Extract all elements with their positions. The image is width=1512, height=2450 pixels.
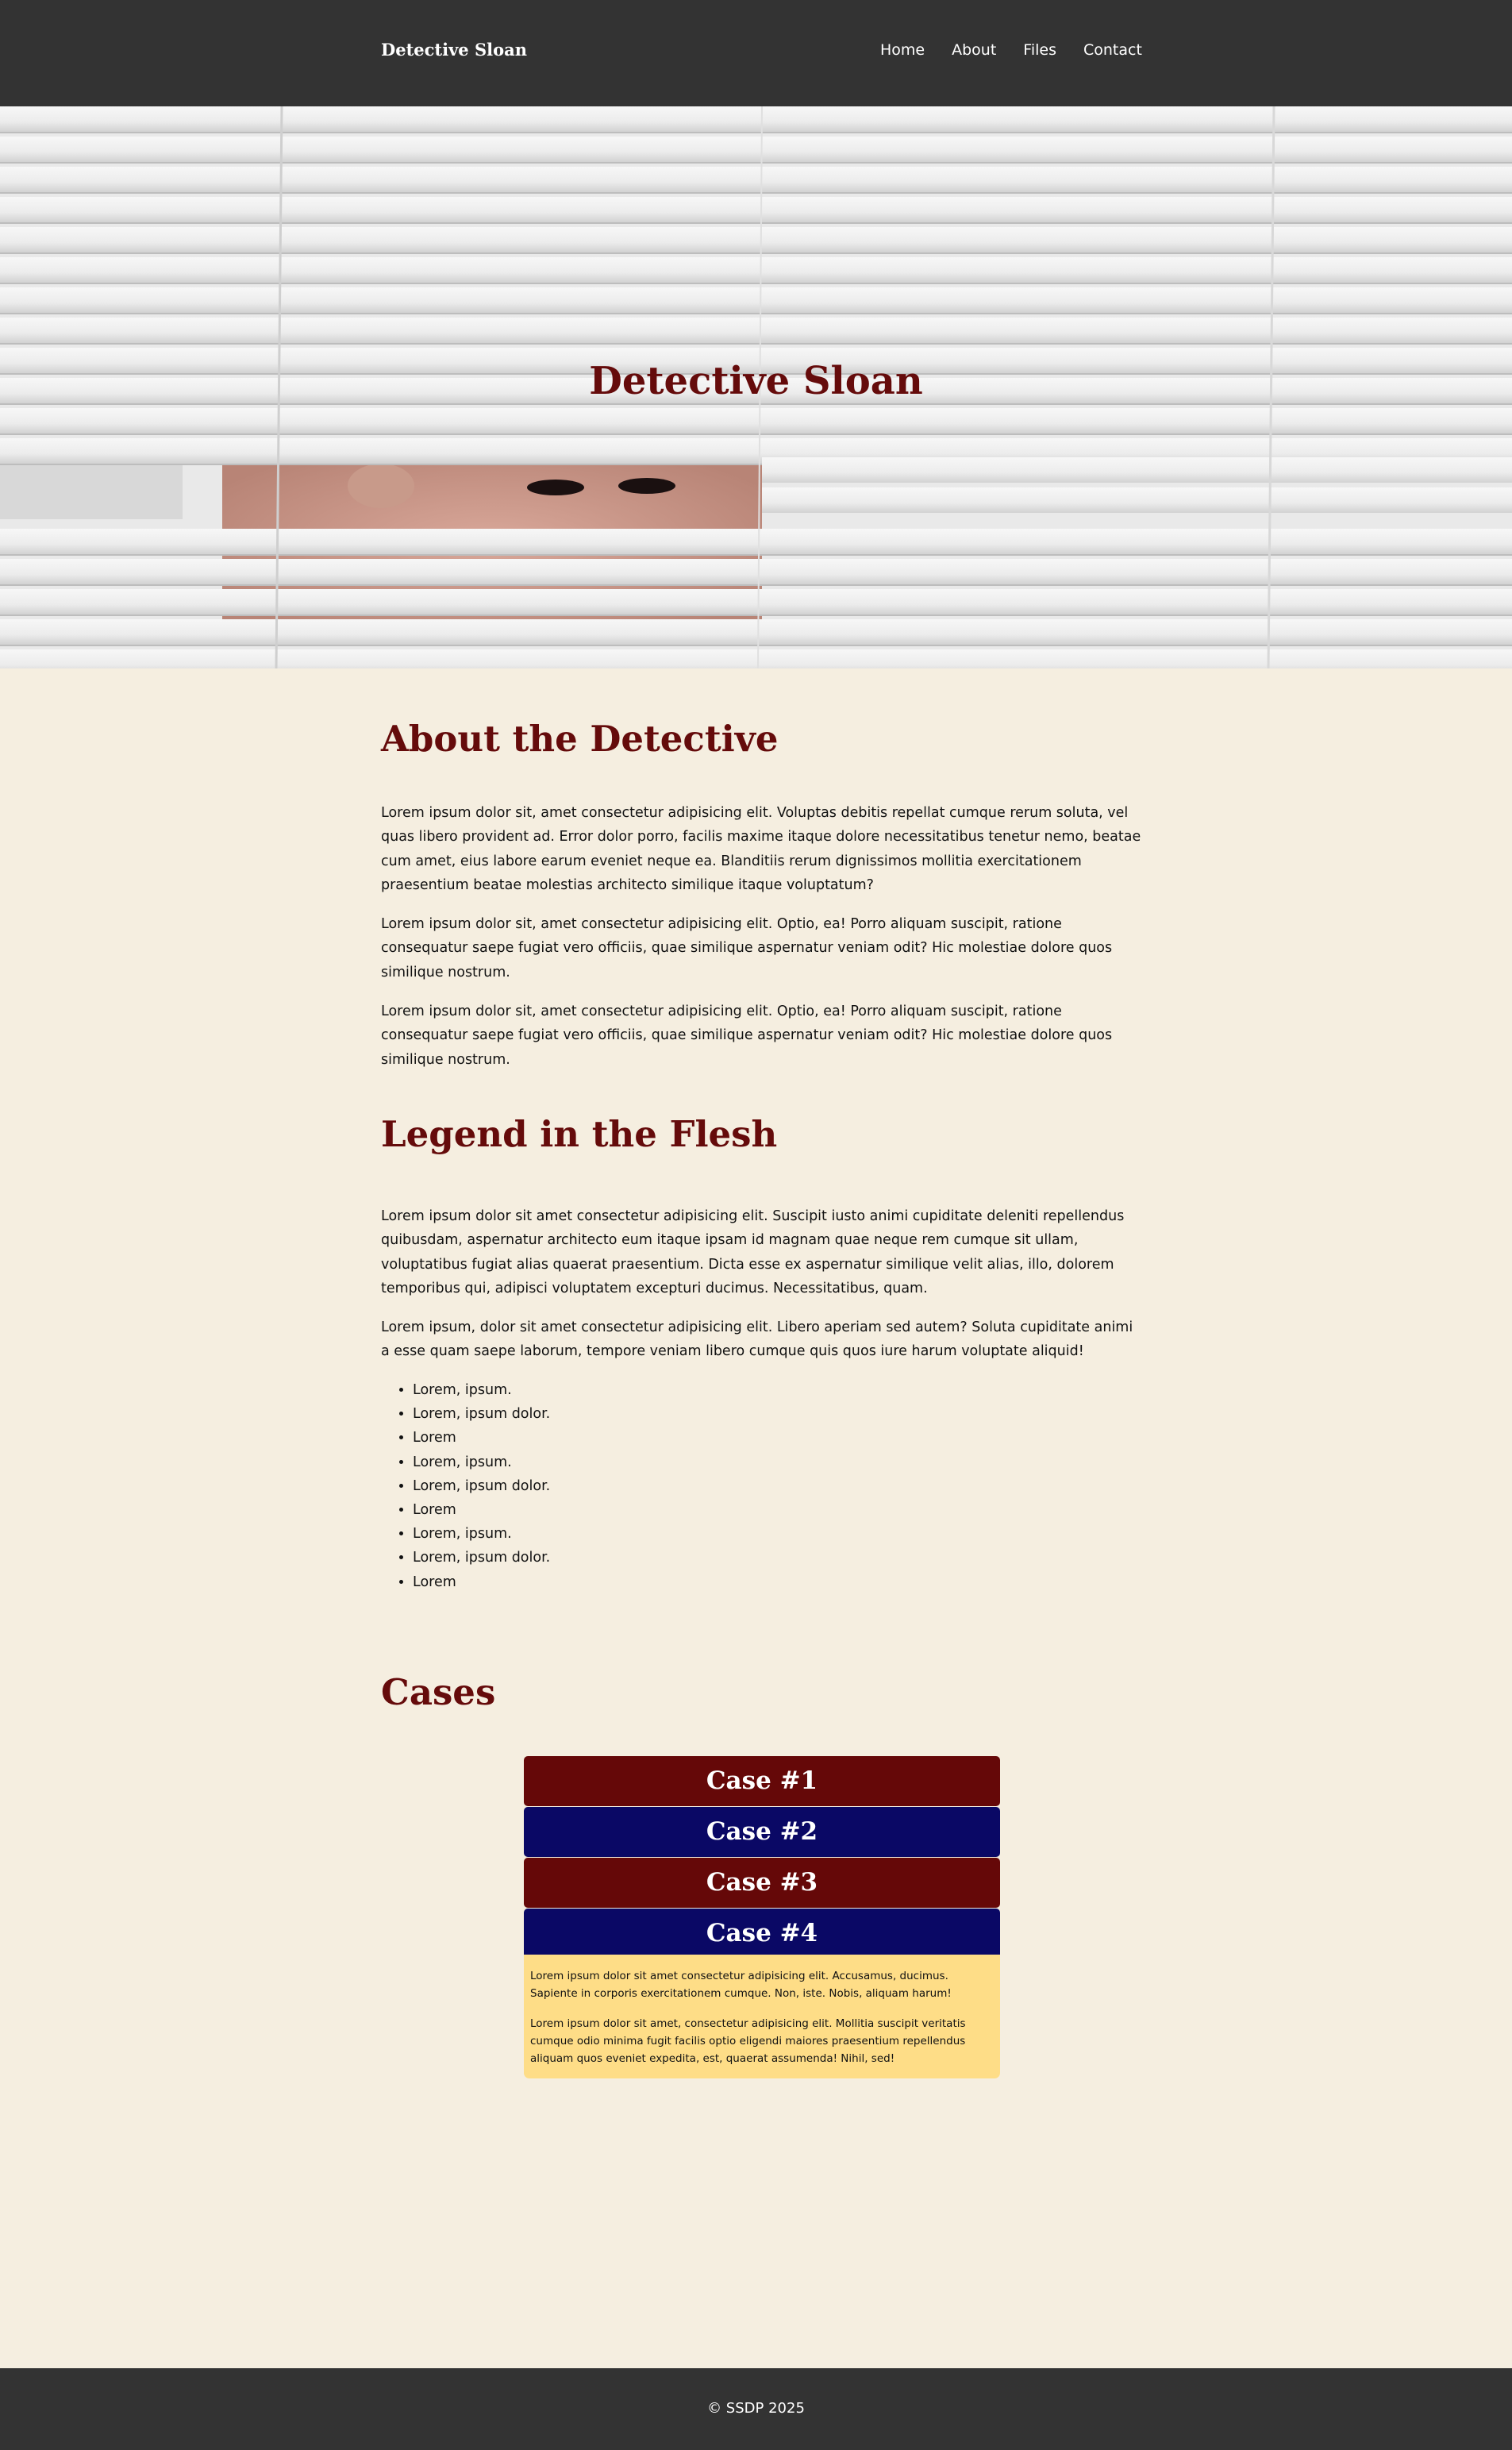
cases-heading: Cases (381, 1671, 496, 1713)
case-tab-1[interactable]: Case #1 (524, 1756, 1000, 1806)
case-panel-text: Lorem ipsum dolor sit amet, consectetur … (530, 2017, 966, 2065)
legend-list: Lorem, ipsum. Lorem, ipsum dolor. Lorem … (381, 1378, 550, 1594)
case-panel-text: Lorem ipsum dolor sit amet consectetur a… (530, 1970, 952, 2000)
legend-paragraph: Lorem ipsum dolor sit amet consectetur a… (381, 1208, 1125, 1297)
list-item: Lorem (413, 1426, 550, 1450)
about-paragraph: Lorem ipsum dolor sit, amet consectetur … (381, 1003, 1113, 1068)
about-heading: About the Detective (381, 718, 779, 760)
list-item: Lorem, ipsum dolor. (413, 1474, 550, 1498)
cases-accordion: Case #1 Case #2 Case #3 Case #4 Lorem ip… (524, 1756, 1000, 2078)
legend-heading: Legend in the Flesh (381, 1113, 778, 1155)
nav-home[interactable]: Home (880, 41, 925, 59)
list-item: Lorem, ipsum dolor. (413, 1402, 550, 1426)
case-4-panel: Lorem ipsum dolor sit amet consectetur a… (524, 1955, 1000, 2078)
hero-title: Detective Sloan (589, 359, 923, 403)
legend-paragraph: Lorem ipsum, dolor sit amet consectetur … (381, 1319, 1133, 1360)
list-item: Lorem, ipsum dolor. (413, 1546, 550, 1570)
list-item: Lorem, ipsum. (413, 1522, 550, 1546)
about-paragraph: Lorem ipsum dolor sit, amet consectetur … (381, 805, 1141, 894)
list-item: Lorem, ipsum. (413, 1450, 550, 1474)
site-header: Detective Sloan Home About Files Contact (0, 0, 1512, 106)
case-tab-2[interactable]: Case #2 (524, 1807, 1000, 1857)
nav-files[interactable]: Files (1023, 41, 1056, 59)
brand-link[interactable]: Detective Sloan (381, 40, 527, 60)
case-tab-3[interactable]: Case #3 (524, 1858, 1000, 1908)
case-tab-4[interactable]: Case #4 (524, 1909, 1000, 1959)
list-item: Lorem (413, 1498, 550, 1522)
hero-banner: Detective Sloan (0, 106, 1512, 668)
site-footer: © SSDP 2025 (0, 2368, 1512, 2450)
about-paragraph: Lorem ipsum dolor sit, amet consectetur … (381, 916, 1113, 980)
list-item: Lorem, ipsum. (413, 1378, 550, 1402)
nav-about[interactable]: About (952, 41, 996, 59)
main-nav: Home About Files Contact (880, 41, 1169, 59)
nav-contact[interactable]: Contact (1083, 41, 1142, 59)
list-item: Lorem (413, 1570, 550, 1594)
copyright-text: © SSDP 2025 (707, 2400, 805, 2417)
